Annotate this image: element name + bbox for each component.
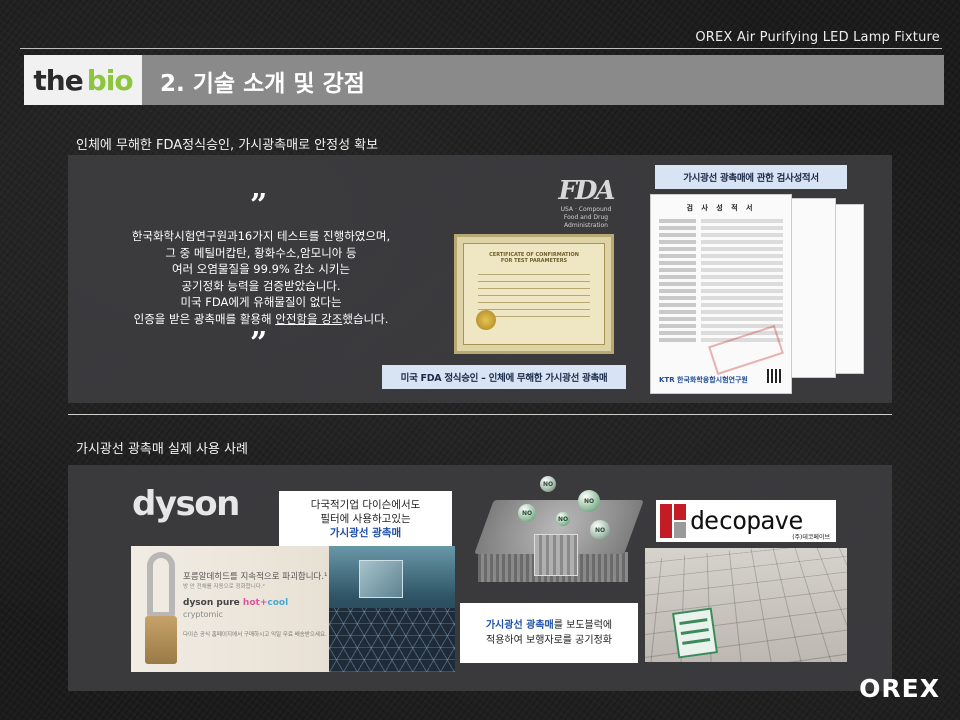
block-callout-line1-rest: 를 보도블럭에 [553,620,613,631]
fda-caption: 미국 FDA 정식승인 – 인체에 무해한 가시광선 광촉매 [382,365,626,389]
block-callout-line2: 적용하여 보행자로를 공기정화 [486,635,612,646]
quote-line: 여러 오염물질을 99.9% 감소 시키는 [171,262,351,276]
quote-last-suffix: 했습니다. [342,311,389,326]
dyson-ad-subline: 방 안 전체를 자동으로 정화합니다.² [183,584,265,590]
decopave-mark-icon [656,500,690,542]
dyson-ad-brand: dyson pure hot+cool [183,598,288,608]
quote-line: 한국화학시험연구원과16가지 테스트를 진행하였으며, [131,229,391,243]
block-callout: 가시광선 광촉매를 보도블럭에 적용하여 보행자로를 공기정화 [460,603,638,663]
dyson-ad-brand-d: cool [267,598,289,608]
dyson-callout-line1: 다국적기업 다이슨에서도 [310,499,421,511]
fda-mark: FDA [558,176,615,206]
paving-sign-icon [671,607,719,659]
decopave-subtitle: (주)데코페이브 [792,534,830,541]
section2-subtitle: 가시광선 광촉매 실제 사용 사례 [76,442,249,457]
dyson-ad-footer: 다이슨 공식 홈페이지에서 구매하시고 익일 무료 배송받으세요. [183,632,327,638]
dyson-callout-line2: 필터에 사용하고있는 [320,513,411,525]
dyson-ad-brand-a: dyson pure [183,598,243,608]
dyson-ad-headline: 포름알데히드를 지속적으로 파괴합니다.¹ [183,572,328,582]
no-bubble: NO [578,490,600,512]
fda-sub2: Food and Drug Administration [563,214,609,229]
photocatalyst-block-illustration: NO NO NO NO NO [474,474,644,602]
certificate-title-line2: FOR TEST PARAMETERS [500,258,568,264]
filter-image [329,546,455,672]
certificate-title: CERTIFICATE OF CONFIRMATION FOR TEST PAR… [464,252,604,264]
no-bubble: NO [556,512,570,526]
section1-subtitle: 인체에 무해한 FDA정식승인, 가시광촉매로 안정성 확보 [76,138,379,153]
quote-last-prefix: 인증을 받은 광촉매를 활용해 [133,311,276,326]
decopave-logo: decopave (주)데코페이브 [656,500,836,542]
ktr-caption: 가시광선 광촉매에 관한 검사성적서 [655,165,847,189]
quote-text: 한국화학시험연구원과16가지 테스트를 진행하였으며, 그 중 메틸머캅탄, 황… [116,228,406,327]
no-bubble: NO [540,476,556,492]
test-report-title: 검 사 성 적 서 [686,204,756,212]
the-bio-logo: the bio [24,55,142,105]
section-title: 2. 기술 소개 및 강점 [160,71,365,97]
quote-line: 미국 FDA에게 유해물질이 없다는 [180,295,342,309]
quote-close-mark: ” [250,326,268,361]
fda-sub1: USA · Compound [560,206,612,213]
dyson-product-image: 포름알데히드를 지속적으로 파괴합니다.¹ 방 안 전체를 자동으로 정화합니다… [131,546,455,672]
header-divider [20,48,942,49]
fda-certificate-image: CERTIFICATE OF CONFIRMATION FOR TEST PAR… [454,234,614,354]
logo-the-text: the [33,63,83,97]
quote-line: 그 중 메틸머캅탄, 황화수소,암모니아 등 [165,245,357,260]
certificate-seal [476,310,496,330]
paving-photo [645,548,847,662]
qr-code-icon [767,369,781,383]
purifier-illustration [143,552,179,664]
product-title: OREX Air Purifying LED Lamp Fixture [695,30,940,45]
test-report-page-1: 검 사 성 적 서 KTR 한국화학융합시험연구원 [650,194,792,394]
no-bubble: NO [590,520,610,540]
dyson-ad-model: cryptomic [183,610,223,619]
decopave-wordmark: decopave [690,506,803,535]
dyson-logo: dyson [132,484,240,524]
quote-line-last: 인증을 받은 광촉매를 활용해 안전함을 강조했습니다. [116,311,406,328]
quote-open-mark: ” [250,188,268,223]
quote-underlined: 안전함을 강조 [275,311,343,326]
logo-bio-text: bio [86,63,134,97]
no-bubble: NO [518,504,536,522]
section-divider [68,414,892,415]
quote-line: 공기정화 능력을 검증받았습니다. [181,278,341,293]
dyson-callout: 다국적기업 다이슨에서도 필터에 사용하고있는 가시광선 광촉매 [279,491,452,546]
block-callout-highlight: 가시광선 광촉매 [485,620,554,631]
ktr-footer: KTR 한국화학융합시험연구원 [659,376,748,384]
dyson-callout-highlight: 가시광선 광촉매 [329,527,402,539]
block-callout-line1: 가시광선 광촉매를 보도블럭에 [460,618,638,633]
dyson-ad-brand-b: hot [242,598,260,608]
fda-logo: FDA USA · Compound Food and Drug Adminis… [548,176,624,230]
orex-logo: OREX [859,674,940,703]
